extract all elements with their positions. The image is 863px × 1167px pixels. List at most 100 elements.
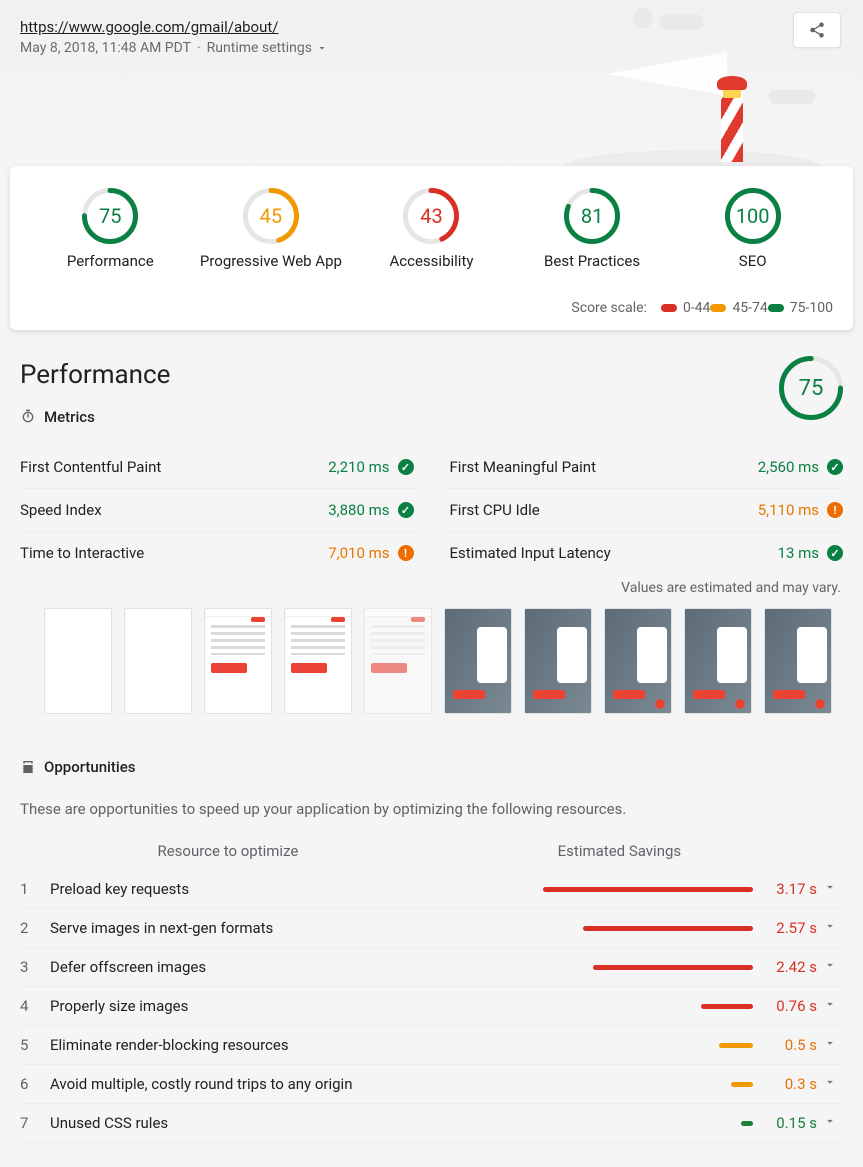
opportunities-section: Opportunities — [0, 734, 863, 796]
score-gauge-performance[interactable]: 75 Performance — [30, 188, 190, 270]
scale-range: 75-100 — [768, 300, 833, 316]
opportunity-index: 1 — [20, 880, 50, 898]
opportunity-row[interactable]: 4 Properly size images 0.76 s — [20, 987, 843, 1026]
chevron-down-icon — [817, 919, 843, 937]
filmstrip-frame — [604, 608, 672, 714]
metric-value: 2,560 ms — [758, 458, 819, 476]
chevron-down-icon — [817, 997, 843, 1015]
filmstrip-frame — [284, 608, 352, 714]
cloud-icon — [633, 8, 653, 28]
chevron-down-icon — [316, 42, 328, 54]
savings-value: 0.15 s — [753, 1114, 817, 1132]
opportunity-row[interactable]: 2 Serve images in next-gen formats 2.57 … — [20, 909, 843, 948]
warning-icon: ! — [398, 545, 414, 561]
savings-bar — [719, 1043, 753, 1048]
metric-row[interactable]: First CPU Idle 5,110 ms ! — [450, 489, 844, 532]
chevron-down-icon — [817, 958, 843, 976]
opportunity-row[interactable]: 3 Defer offscreen images 2.42 s — [20, 948, 843, 987]
metric-value: 7,010 ms — [328, 544, 389, 562]
metrics-note: Values are estimated and may vary. — [0, 574, 863, 608]
opportunity-name: Eliminate render-blocking resources — [50, 1036, 412, 1054]
filmstrip-frame — [684, 608, 752, 714]
opportunity-row[interactable]: 1 Preload key requests 3.17 s — [20, 870, 843, 909]
lab-icon — [20, 759, 36, 775]
score-gauge-seo[interactable]: 100 SEO — [673, 188, 833, 270]
lighthouse-illustration — [583, 38, 823, 168]
chevron-down-icon — [817, 880, 843, 898]
score-gauge-progressive-web-app[interactable]: 45 Progressive Web App — [191, 188, 351, 270]
metrics-heading: Metrics — [44, 408, 95, 426]
check-icon: ✓ — [827, 545, 843, 561]
savings-value: 0.76 s — [753, 997, 817, 1015]
cloud-icon — [659, 14, 703, 30]
metric-name: First Meaningful Paint — [450, 458, 596, 476]
metric-row[interactable]: Time to Interactive 7,010 ms ! — [20, 532, 414, 574]
scale-range: 0-44 — [661, 300, 710, 316]
metric-row[interactable]: First Contentful Paint 2,210 ms ✓ — [20, 446, 414, 489]
score-summary-card: 75 Performance 45 Progressive Web App 43… — [10, 166, 853, 330]
chevron-down-icon — [817, 1036, 843, 1054]
savings-bar — [593, 965, 753, 970]
share-icon — [808, 21, 826, 39]
opportunity-name: Avoid multiple, costly round trips to an… — [50, 1075, 412, 1093]
opportunity-row[interactable]: 7 Unused CSS rules 0.15 s — [20, 1104, 843, 1143]
report-header: https://www.google.com/gmail/about/ May … — [0, 0, 863, 168]
metrics-grid: First Contentful Paint 2,210 ms ✓ Speed … — [0, 446, 863, 574]
section-title: Performance — [20, 360, 843, 390]
check-icon: ✓ — [398, 502, 414, 518]
savings-value: 0.5 s — [753, 1036, 817, 1054]
filmstrip-frame — [444, 608, 512, 714]
metric-name: Estimated Input Latency — [450, 544, 611, 562]
savings-bar — [701, 1004, 753, 1009]
metric-name: Speed Index — [20, 501, 102, 519]
gauge-label: Accessibility — [351, 252, 511, 270]
scale-range: 45-74 — [710, 300, 767, 316]
performance-gauge: 75 — [779, 356, 843, 420]
metric-name: Time to Interactive — [20, 544, 144, 562]
savings-bar — [741, 1121, 753, 1126]
tested-url-link[interactable]: https://www.google.com/gmail/about/ — [20, 18, 278, 36]
opportunity-index: 6 — [20, 1075, 50, 1093]
stopwatch-icon — [20, 409, 36, 425]
chevron-down-icon — [817, 1114, 843, 1132]
savings-value: 3.17 s — [753, 880, 817, 898]
opportunity-name: Properly size images — [50, 997, 412, 1015]
gauge-value: 43 — [403, 188, 459, 244]
metric-value: 13 ms — [778, 544, 819, 562]
gauge-label: Performance — [30, 252, 190, 270]
opportunities-table-header: Resource to optimize Estimated Savings — [20, 832, 843, 870]
opportunity-name: Serve images in next-gen formats — [50, 919, 412, 937]
metric-row[interactable]: Speed Index 3,880 ms ✓ — [20, 489, 414, 532]
opportunity-index: 2 — [20, 919, 50, 937]
savings-value: 0.3 s — [753, 1075, 817, 1093]
metric-value: 5,110 ms — [758, 501, 819, 519]
opportunity-row[interactable]: 5 Eliminate render-blocking resources 0.… — [20, 1026, 843, 1065]
metric-row[interactable]: Estimated Input Latency 13 ms ✓ — [450, 532, 844, 574]
gauge-value: 45 — [243, 188, 299, 244]
opportunity-name: Unused CSS rules — [50, 1114, 412, 1132]
opportunity-name: Defer offscreen images — [50, 958, 412, 976]
savings-bar — [543, 887, 753, 892]
savings-bar — [731, 1082, 753, 1087]
metric-name: First Contentful Paint — [20, 458, 161, 476]
score-scale-legend: Score scale: 0-44 45-74 75-100 — [30, 300, 833, 316]
warning-icon: ! — [827, 502, 843, 518]
opportunity-row[interactable]: 6 Avoid multiple, costly round trips to … — [20, 1065, 843, 1104]
opportunity-name: Preload key requests — [50, 880, 412, 898]
gauge-label: SEO — [673, 252, 833, 270]
metric-row[interactable]: First Meaningful Paint 2,560 ms ✓ — [450, 446, 844, 489]
gauge-label: Best Practices — [512, 252, 672, 270]
savings-value: 2.42 s — [753, 958, 817, 976]
opportunity-index: 7 — [20, 1114, 50, 1132]
gauge-value: 75 — [82, 188, 138, 244]
score-gauge-accessibility[interactable]: 43 Accessibility — [351, 188, 511, 270]
score-gauge-best-practices[interactable]: 81 Best Practices — [512, 188, 672, 270]
opportunity-index: 3 — [20, 958, 50, 976]
gauge-label: Progressive Web App — [191, 252, 351, 270]
savings-bar — [583, 926, 753, 931]
filmstrip — [0, 608, 863, 734]
performance-section: 75 Performance Metrics — [0, 330, 863, 446]
runtime-settings-toggle[interactable]: Runtime settings — [207, 40, 328, 56]
gauge-value: 81 — [564, 188, 620, 244]
check-icon: ✓ — [398, 459, 414, 475]
